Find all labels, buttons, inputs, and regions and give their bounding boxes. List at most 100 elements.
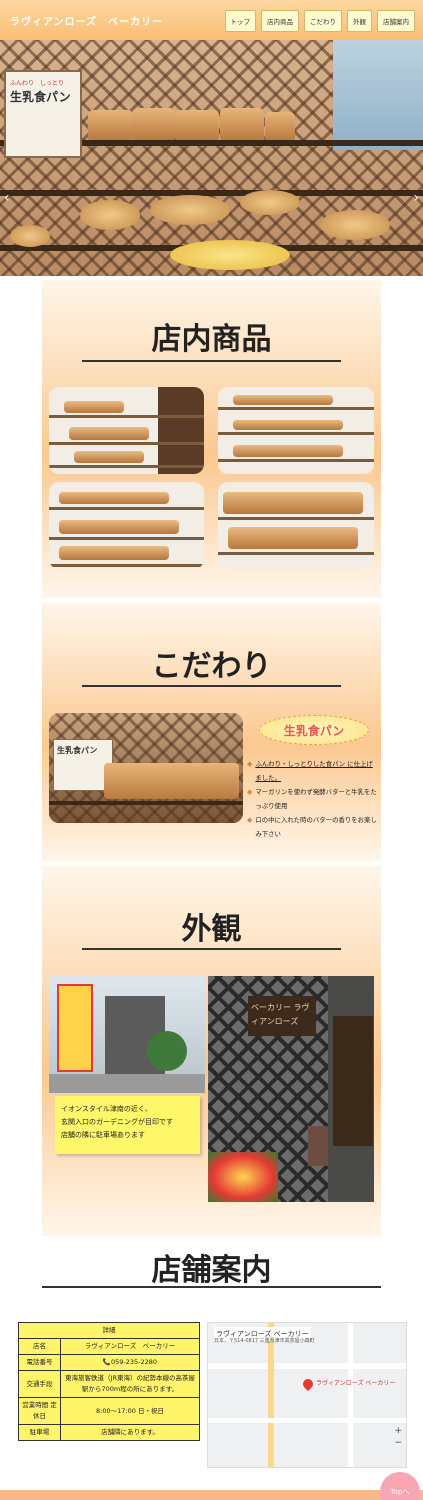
note-line: イオンスタイル津南の近く、 [61,1105,152,1113]
hero-loaf [133,108,175,140]
feature-item: ◆ 口の中に入れた時のバターの香りをお楽しみ下さい [247,813,377,841]
photo-bread [233,420,343,430]
feature-list: ◆ ふんわり・しっとりした食パン に仕上げました。 ◆ マーガリンを使わず発酵バ… [247,757,377,841]
photo-bread [69,427,149,440]
feature-item: ◆ ふんわり・しっとりした食パン に仕上げました。 [247,757,377,785]
photo-shadow [157,387,204,474]
bread-icon: ◆ [247,816,253,824]
hero-bread [240,190,300,215]
feature-text: マーガリンを使わず発酵バターと牛乳をたっぷり使用 [255,788,377,810]
kodawari-title-rule [82,685,341,687]
products-section: 店内商品 [42,280,381,598]
banner [57,984,93,1072]
map-road [208,1418,406,1423]
table-row: 店名 ラヴィアンローズ ベーカリー [18,1338,200,1355]
map-road [208,1363,406,1369]
table-row: 詳細 [18,1322,200,1339]
kodawari-photo: 生乳食パン [49,713,243,823]
photo-shelf [49,564,204,567]
hero-bread [150,195,230,225]
photo-bread [223,492,363,514]
footer-bar [0,1490,423,1500]
table-value: 店舗隣にあります。 [60,1424,200,1441]
photo-bread [233,395,333,405]
planter [308,1126,328,1166]
ground [49,1074,205,1093]
exterior-title-rule [82,948,341,950]
slider-prev-icon[interactable]: ‹ [4,190,10,206]
feature-text: ふんわり・しっとりした食パン に仕上げました。 [255,760,373,782]
table-key: 営業時間 定休日 [18,1397,61,1425]
photo-shelf [218,407,374,410]
hero-bread [320,210,390,240]
products-title-rule [82,360,341,362]
slider-next-icon[interactable]: › [413,190,419,206]
photo-bread [233,445,343,457]
map-zoom-controls: + − [394,1425,402,1449]
photo-shelf [49,415,204,418]
kodawari-label: 生乳食パン [259,715,369,745]
map-road [268,1323,274,1467]
hero-window [333,40,423,150]
hero-sign-subtitle: ふんわり しっとり [10,80,65,87]
exterior-section: 外観 ベーカリー ラヴィアンローズ イオンスタイル津南の近く、 玄関入口のガーデ… [42,866,381,1236]
zoom-out-button[interactable]: − [394,1437,402,1449]
photo-bread [228,527,358,549]
table-row: 電話番号 📞059-235-2280 [18,1354,200,1371]
flowers [208,1152,278,1202]
table-value: 東海旅客鉄道（JR東海）の紀勢本線の高茶屋駅から700m程の所にあります。 [60,1370,200,1398]
photo-loaves [104,763,239,799]
kodawari-section: こだわり 生乳食パン 生乳食パン ◆ ふんわり・しっとりした食パン に仕上げまし… [42,603,381,861]
product-photo-1 [49,387,204,474]
back-to-top-button[interactable]: Topへ [380,1472,420,1500]
site-title[interactable]: ラヴィアンローズ ベーカリー [10,13,163,28]
nav-top-button[interactable]: トップ [224,10,256,32]
phone-value[interactable]: 📞059-235-2280 [60,1354,200,1371]
feature-item: ◆ マーガリンを使わず発酵バターと牛乳をたっぷり使用 [247,785,377,813]
google-map[interactable]: ラヴィアンローズ ベーカリー 日本、〒514-0817 三重県津市高茶屋小森町 … [207,1322,407,1468]
table-row: 営業時間 定休日 8:00〜17:00 日・祝日 [18,1397,200,1425]
photo-bread [59,546,169,560]
table-key: 駐車場 [18,1424,61,1441]
nav-store-info-button[interactable]: 店舗案内 [377,10,415,32]
product-photo-3 [49,482,204,569]
note-line: 玄関入口のガーデニングが目印です [61,1118,173,1126]
map-pin-icon[interactable] [300,1376,316,1392]
table-row: 交通手段 東海旅客鉄道（JR東海）の紀勢本線の高茶屋駅から700m程の所にありま… [18,1370,200,1398]
hero-shelf [0,190,423,196]
hero-sign-title: 生乳食パン [10,90,71,104]
nav-kodawari-button[interactable]: こだわり [304,10,342,32]
exterior-note: イオンスタイル津南の近く、 玄関入口のガーデニングが目印です 店舗の隣に駐車場あ… [55,1096,200,1154]
table-row: 駐車場 店舗隣にあります。 [18,1424,200,1441]
photo-bread [74,451,144,463]
photo-shelf [218,432,374,435]
table-value: 8:00〜17:00 日・祝日 [60,1397,200,1425]
table-value: ラヴィアンローズ ベーカリー [60,1338,200,1355]
door [333,1016,373,1146]
bread-icon: ◆ [247,788,253,796]
map-road [348,1323,353,1467]
hero-slider: ふんわり しっとり 生乳食パン ‹ › [0,40,423,276]
hero-bread [170,240,290,270]
exterior-photo-2: ベーカリー ラヴィアンローズ [208,976,374,1202]
table-key: 交通手段 [18,1370,61,1398]
photo-bread [59,492,169,504]
nav-products-button[interactable]: 店内商品 [261,10,299,32]
bread-icon: ◆ [247,760,253,768]
photo-shelf [218,459,374,462]
store-info-title: 店舗案内 [151,1253,272,1288]
map-address: 日本、〒514-0817 三重県津市高茶屋小森町 [214,1338,315,1344]
nav-exterior-button[interactable]: 外観 [347,10,372,32]
hero-bread [10,225,50,247]
store-info-rule [42,1286,381,1288]
products-title: 店内商品 [151,322,272,357]
kodawari-title: こだわり [151,649,272,684]
exterior-title: 外観 [181,912,242,947]
photo-shelf [49,507,204,510]
product-photo-2 [218,387,374,474]
plants [147,1031,187,1071]
exterior-photo-1 [49,976,205,1093]
zoom-in-button[interactable]: + [394,1425,402,1437]
photo-bread [59,520,179,534]
hero-bread [80,200,140,230]
